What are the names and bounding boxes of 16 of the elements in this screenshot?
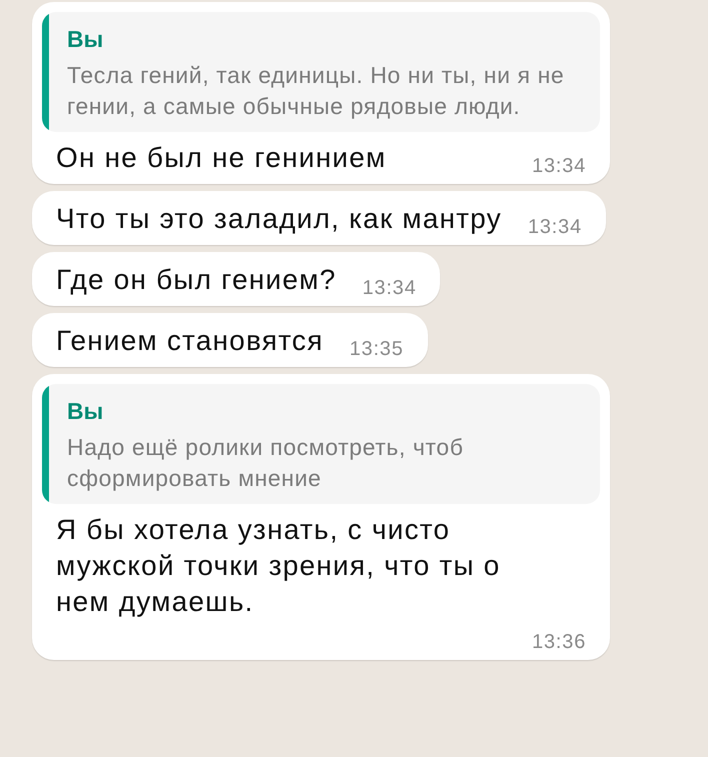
message-text: Гением становятся	[56, 324, 324, 358]
message-time: 13:34	[362, 276, 416, 300]
message-time: 13:36	[532, 630, 586, 654]
message-time: 13:34	[532, 154, 586, 178]
message-text: Где он был гением?	[56, 263, 336, 297]
message-time: 13:35	[349, 337, 404, 361]
message-text: Я бы хотела узнать, с чисто мужской точки зрения, что ты о нем думаешь.	[56, 513, 502, 619]
quote-text: Тесла гений, так единицы. Но ни ты, ни я не гении, а самые обычные рядовые люди.	[67, 61, 566, 121]
quoted-message[interactable]: Вы Надо ещё ролики посмотреть, чтоб сформировать мнение	[42, 384, 600, 504]
message-time: 13:34	[528, 215, 582, 239]
message-text: Он не был не генинием	[56, 141, 386, 175]
quote-text: Надо ещё ролики посмотреть, чтоб сформировать мнение	[67, 433, 464, 493]
message-text: Что ты это заладил, как мантру	[56, 202, 502, 236]
quoted-message[interactable]: Вы Тесла гений, так единицы. Но ни ты, ни я не гении, а самые обычные рядовые люди.	[42, 12, 600, 132]
quote-author: Вы	[67, 25, 104, 54]
quote-author: Вы	[67, 397, 104, 426]
